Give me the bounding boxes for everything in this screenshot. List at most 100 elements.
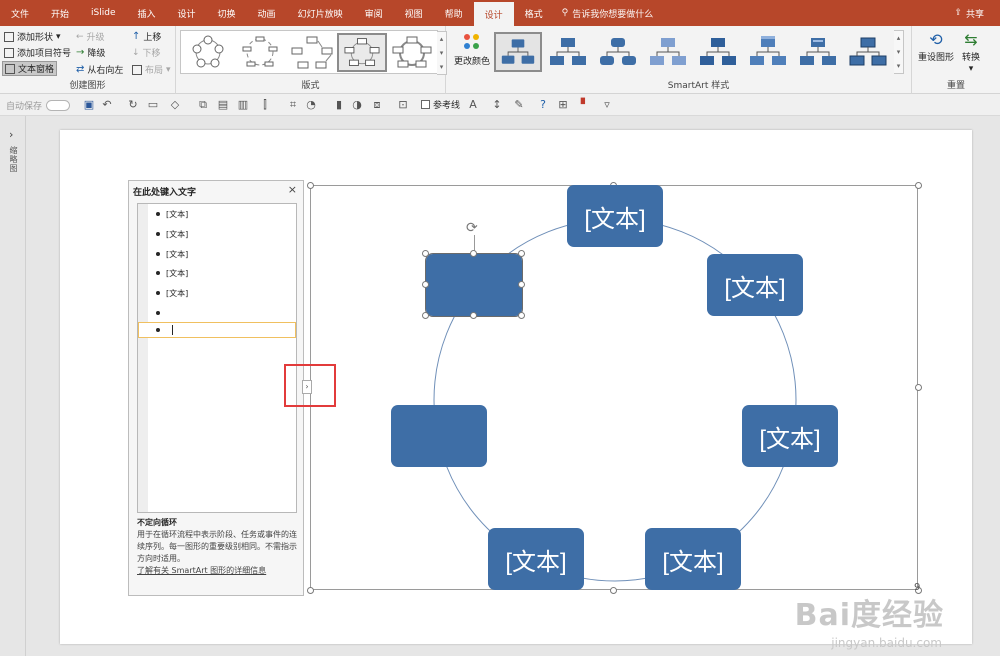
style-thumb-3[interactable] [594, 32, 642, 72]
tab-home[interactable]: 开始 [40, 0, 80, 26]
cycle-node-2[interactable]: [文本] [707, 254, 803, 316]
tab-view[interactable]: 视图 [394, 0, 434, 26]
cycle-node-4[interactable]: [文本] [645, 528, 741, 590]
add-shape-button[interactable]: 添加形状 ▾ [4, 30, 61, 43]
list-item[interactable] [156, 305, 166, 321]
resize-handle-tl[interactable] [307, 182, 314, 189]
cycle-node-6[interactable] [391, 405, 487, 467]
node-handle-tr[interactable] [518, 250, 525, 257]
list-item[interactable]: [文本] [156, 226, 188, 242]
layout-basic-cycle[interactable] [183, 33, 233, 72]
zoom-icon[interactable]: ⊞ [556, 98, 570, 112]
layout-continuous-cycle[interactable] [387, 33, 437, 72]
autosave-toggle[interactable]: 自动保存 [6, 99, 71, 112]
change-colors-button[interactable]: 更改颜色 [454, 32, 490, 67]
style-thumb-4[interactable] [644, 32, 692, 72]
cycle-node-1[interactable]: [文本] [567, 185, 663, 247]
tab-review[interactable]: 审阅 [354, 0, 394, 26]
share-button[interactable]: ⇪ 共享 [954, 0, 984, 26]
style-thumb-8[interactable] [844, 32, 892, 72]
list-item[interactable]: [文本] [156, 206, 188, 222]
convert-button[interactable]: ⇆ 转换 ▾ [962, 30, 980, 74]
copy-format-icon[interactable]: ⧉ [196, 98, 210, 112]
customize-qat-icon[interactable]: ▿ [600, 98, 614, 112]
crop-icon[interactable]: ⌗ [286, 98, 300, 112]
list-item[interactable]: [文本] [156, 265, 188, 281]
align-icon[interactable]: ⫿ [258, 98, 272, 112]
slide-layout-icon[interactable]: ▤ [216, 98, 230, 112]
save-icon[interactable]: ▣ [82, 98, 96, 112]
cycle-node-5[interactable]: [文本] [488, 528, 584, 590]
right-to-left-button[interactable]: ⇄ 从右向左 [76, 63, 123, 76]
tab-file[interactable]: 文件 [0, 0, 40, 26]
rotate-handle-icon[interactable]: ⟳ [466, 220, 478, 236]
node-handle-r[interactable] [518, 281, 525, 288]
tell-me-search[interactable]: ⚲ 告诉我你想要做什么 [562, 0, 654, 26]
new-slide-icon[interactable]: ▭ [146, 98, 160, 112]
highlight-box [284, 364, 336, 407]
styles-gallery-scroll[interactable]: ▴ ▾ ▾ [894, 30, 904, 74]
node-handle-b[interactable] [470, 312, 477, 319]
node-handle-t[interactable] [470, 250, 477, 257]
close-icon[interactable]: × [288, 183, 297, 196]
node-handle-br[interactable] [518, 312, 525, 319]
move-down-button[interactable]: ↓ 下移 [132, 46, 161, 60]
fill-icon[interactable]: ▮ [332, 98, 346, 112]
list-item-active[interactable] [138, 322, 296, 338]
list-item[interactable]: [文本] [156, 285, 188, 301]
node-handle-tl[interactable] [422, 250, 429, 257]
cycle-node-3[interactable]: [文本] [742, 405, 838, 467]
layout-block-cycle[interactable] [287, 33, 337, 72]
node-handle-l[interactable] [422, 281, 429, 288]
tab-design[interactable]: 设计 [167, 0, 207, 26]
demote-button[interactable]: → 降级 [76, 46, 105, 59]
rotate-icon[interactable]: ◔ [304, 98, 318, 112]
gridlines-checkbox[interactable]: 参考线 [421, 98, 460, 111]
node-handle-bl[interactable] [422, 312, 429, 319]
style-thumb-6[interactable] [744, 32, 792, 72]
tab-format[interactable]: 格式 [514, 0, 554, 26]
text-pane-button[interactable]: 文本窗格 [2, 61, 58, 76]
tab-slideshow[interactable]: 幻灯片放映 [287, 0, 354, 26]
tab-insert[interactable]: 插入 [127, 0, 167, 26]
tab-transitions[interactable]: 切换 [207, 0, 247, 26]
shapes-icon[interactable]: ◇ [168, 98, 182, 112]
tab-islide[interactable]: iSlide [80, 0, 126, 26]
record-icon[interactable]: ▘ [578, 98, 592, 112]
add-bullet-button[interactable]: 添加项目符号 [4, 46, 71, 59]
reset-graphic-button[interactable]: ⟲ 重设图形 [918, 30, 954, 63]
promote-button[interactable]: ← 升级 [76, 30, 105, 44]
cycle-node-selected[interactable] [425, 253, 523, 317]
redo-icon[interactable]: ↻ [126, 98, 140, 112]
list-item[interactable]: [文本] [156, 246, 188, 262]
font-color-icon[interactable]: A [466, 98, 480, 112]
resize-handle-b[interactable] [610, 587, 617, 594]
expand-chevron-icon[interactable]: › [9, 128, 13, 141]
outline-icon[interactable]: ◑ [350, 98, 364, 112]
section-icon[interactable]: ▥ [236, 98, 250, 112]
help-icon[interactable]: ? [536, 98, 550, 112]
tab-help[interactable]: 帮助 [434, 0, 474, 26]
resize-handle-bl[interactable] [307, 587, 314, 594]
textbox-icon[interactable]: ⊡ [396, 98, 410, 112]
layout-nondirectional-cycle[interactable] [337, 33, 387, 72]
move-up-button[interactable]: ↑ 上移 [132, 30, 161, 43]
layout-button[interactable]: 布局 ▾ [132, 63, 171, 76]
highlight-icon[interactable]: ✎ [512, 98, 526, 112]
bullet-icon [156, 232, 160, 236]
group-objects-icon[interactable]: ⧈ [370, 98, 384, 112]
tab-animations[interactable]: 动画 [247, 0, 287, 26]
style-thumb-1[interactable] [494, 32, 542, 72]
style-thumb-2[interactable] [544, 32, 592, 72]
tab-smartart-design[interactable]: 设计 [473, 0, 514, 26]
layout-name: 不定向循环 [137, 518, 177, 527]
undo-icon[interactable]: ↶ [100, 98, 114, 112]
line-spacing-icon[interactable]: ↕ [490, 98, 504, 112]
layout-text-cycle[interactable] [235, 33, 285, 72]
style-thumb-5[interactable] [694, 32, 742, 72]
resize-handle-r[interactable] [915, 384, 922, 391]
learn-more-link[interactable]: 了解有关 SmartArt 图形的详细信息 [137, 565, 297, 577]
text-pane-bullet-list[interactable]: [文本] [文本] [文本] [文本] [文本] [137, 203, 297, 513]
resize-handle-tr[interactable] [915, 182, 922, 189]
style-thumb-7[interactable] [794, 32, 842, 72]
